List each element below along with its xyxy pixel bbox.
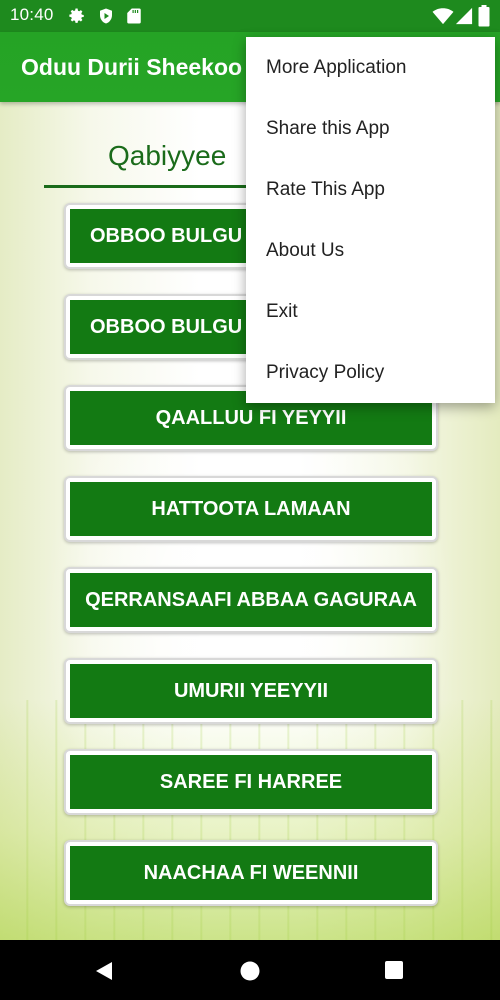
story-button-8[interactable]: NAACHAA FI WEENNII [64,840,438,906]
home-icon[interactable] [239,960,261,982]
menu-item-share-app[interactable]: Share this App [246,98,495,159]
story-button-label: NAACHAA FI WEENNII [70,846,432,900]
app-title: Oduu Durii Sheekoo [21,54,243,80]
story-button-4[interactable]: HATTOOTA LAMAAN [64,476,438,542]
story-button-label: SAREE FI HARREE [70,755,432,809]
battery-icon [478,5,490,27]
story-button-6[interactable]: UMURII YEEYYII [64,658,438,724]
navigation-bar [0,940,500,1000]
menu-item-privacy-policy[interactable]: Privacy Policy [246,342,495,403]
sd-card-icon [127,8,141,24]
status-bar: 10:40 [0,0,500,32]
story-button-7[interactable]: SAREE FI HARREE [64,749,438,815]
story-button-label: HATTOOTA LAMAAN [70,482,432,536]
overflow-menu: More Application Share this App Rate Thi… [246,37,495,403]
wifi-icon [432,8,454,25]
status-time: 10:40 [10,5,54,24]
screen: 10:40 Oduu Durii Sheekoo Qabiyyee OBBOO … [0,0,500,1000]
back-icon[interactable] [93,960,115,982]
menu-item-rate-app[interactable]: Rate This App [246,159,495,220]
menu-item-more-application[interactable]: More Application [246,37,495,98]
menu-item-about-us[interactable]: About Us [246,220,495,281]
signal-icon [455,7,473,25]
menu-item-exit[interactable]: Exit [246,281,495,342]
gear-icon [69,8,84,23]
story-button-label: QERRANSAAFI ABBAA GAGURAA [70,573,432,627]
section-title: Qabiyyee [108,140,227,171]
recents-icon[interactable] [384,960,404,980]
story-button-label: UMURII YEEYYII [70,664,432,718]
story-button-5[interactable]: QERRANSAAFI ABBAA GAGURAA [64,567,438,633]
play-protect-icon [100,8,112,24]
